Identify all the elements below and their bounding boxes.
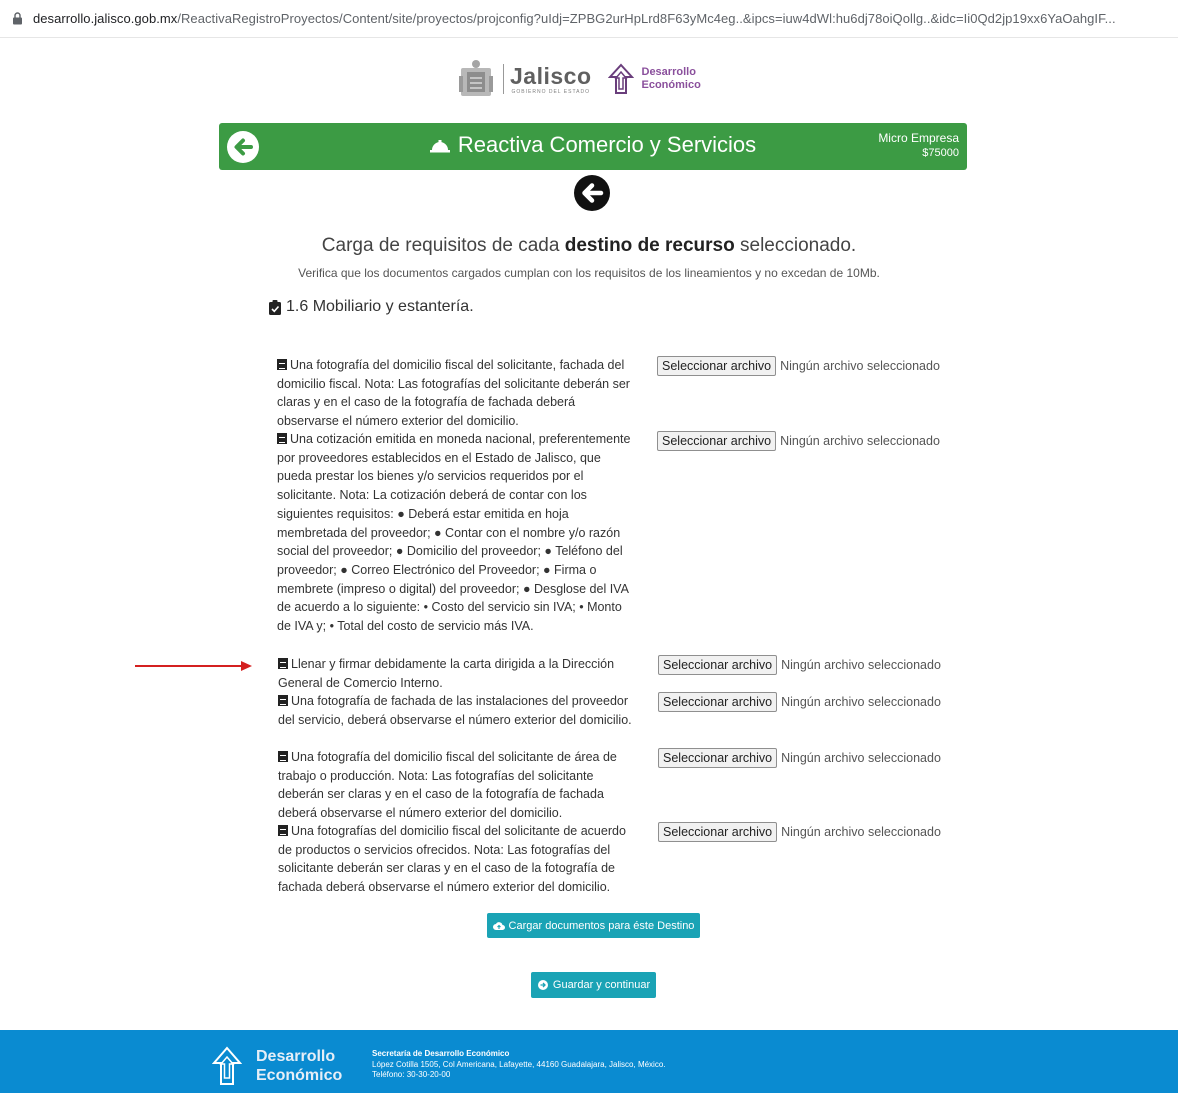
file-pdf-icon: [278, 658, 288, 669]
requirement-item: Llenar y firmar debidamente la carta dir…: [278, 655, 640, 692]
url-text[interactable]: desarrollo.jalisco.gob.mx/ReactivaRegist…: [33, 11, 1116, 26]
jalisco-logo-text: Jalisco: [510, 62, 592, 89]
requirement-item: Una cotización emitida en moneda naciona…: [277, 430, 639, 636]
de-logo-line2: Económico: [641, 79, 701, 91]
requirement-item: Una fotografía del domicilio fiscal del …: [278, 748, 640, 823]
footer-org-name: Secretaría de Desarrollo Económico: [372, 1049, 510, 1058]
requirement-text: Una fotografías del domicilio fiscal del…: [278, 824, 626, 895]
company-info: Micro Empresa $75000: [878, 131, 959, 161]
lock-icon: [13, 12, 22, 25]
page-heading: Carga de requisitos de cada destino de r…: [0, 235, 1178, 257]
back-button[interactable]: [574, 175, 610, 211]
file-status-text: Ningún archivo seleccionado: [780, 359, 940, 373]
cloud-upload-icon: [492, 921, 505, 930]
file-status-text: Ningún archivo seleccionado: [781, 695, 941, 709]
desarrollo-economico-logo: Desarrollo Económico: [607, 63, 701, 95]
file-input[interactable]: Seleccionar archivo Ningún archivo selec…: [657, 431, 940, 451]
upload-documents-button[interactable]: Cargar documentos para éste Destino: [487, 913, 700, 938]
section-title: 1.6 Mobiliario y estantería.: [269, 298, 474, 316]
footer-brand-line2: Económico: [256, 1067, 343, 1084]
browser-address-bar[interactable]: desarrollo.jalisco.gob.mx/ReactivaRegist…: [0, 0, 1178, 38]
footer-brand-line1: Desarrollo: [256, 1048, 336, 1065]
requirement-text: Llenar y firmar debidamente la carta dir…: [278, 657, 615, 690]
save-continue-button[interactable]: Guardar y continuar: [531, 972, 656, 998]
requirement-text: Una fotografía del domicilio fiscal del …: [278, 750, 617, 821]
select-file-button[interactable]: Seleccionar archivo: [658, 748, 778, 768]
requirement-item: Una fotografía del domicilio fiscal del …: [277, 356, 639, 431]
footer-contact: Secretaría de Desarrollo Económico López…: [372, 1049, 666, 1081]
file-pdf-icon: [278, 751, 288, 762]
file-pdf-icon: [278, 695, 288, 706]
program-title: Reactiva Comercio y Servicios: [219, 132, 967, 158]
file-input[interactable]: Seleccionar archivo Ningún archivo selec…: [658, 692, 941, 712]
jalisco-logo: Jalisco GOBIERNO DEL ESTADO: [510, 64, 592, 95]
jalisco-seal-icon: [459, 60, 493, 96]
file-status-text: Ningún archivo seleccionado: [781, 825, 941, 839]
clipboard-check-icon: [269, 299, 281, 315]
page-footer: Desarrollo Económico Secretaría de Desar…: [0, 1030, 1178, 1093]
requirement-text: Una fotografía de fachada de las instala…: [278, 694, 632, 727]
arrow-circle-right-icon: [537, 980, 548, 990]
file-pdf-icon: [277, 433, 287, 444]
file-pdf-icon: [278, 825, 288, 836]
select-file-button[interactable]: Seleccionar archivo: [658, 692, 778, 712]
page-heading-bold: destino de recurso: [564, 235, 735, 256]
house-arrow-icon: [212, 1046, 242, 1085]
requirement-item: Una fotografía de fachada de las instala…: [278, 692, 640, 729]
upload-documents-label: Cargar documentos para éste Destino: [508, 919, 695, 932]
footer-phone: Teléfono: 30-30-20-00: [372, 1070, 451, 1079]
file-pdf-icon: [277, 359, 287, 370]
footer-address: López Cotilla 1505, Col Americana, Lafay…: [372, 1059, 666, 1069]
company-type: Micro Empresa: [878, 131, 959, 145]
jalisco-logo-subtext: GOBIERNO DEL ESTADO: [511, 88, 590, 95]
save-continue-label: Guardar y continuar: [552, 979, 651, 991]
file-status-text: Ningún archivo seleccionado: [781, 658, 941, 672]
red-arrow-annotation: [135, 661, 252, 671]
select-file-button[interactable]: Seleccionar archivo: [657, 431, 777, 451]
page-heading-pre: Carga de requisitos de cada: [321, 235, 565, 256]
de-logo-line1: Desarrollo: [641, 66, 696, 78]
footer-logo: Desarrollo Económico: [212, 1046, 342, 1086]
section-title-text: 1.6 Mobiliario y estantería.: [286, 298, 474, 315]
header-logos: Jalisco GOBIERNO DEL ESTADO Desarrollo E…: [455, 56, 701, 102]
page-heading-post: seleccionado.: [734, 235, 857, 256]
select-file-button[interactable]: Seleccionar archivo: [658, 822, 778, 842]
requirement-item: Una fotografías del domicilio fiscal del…: [278, 822, 640, 897]
file-status-text: Ningún archivo seleccionado: [781, 751, 941, 765]
program-header-bar: Reactiva Comercio y Servicios Micro Empr…: [219, 123, 967, 170]
file-input[interactable]: Seleccionar archivo Ningún archivo selec…: [657, 356, 940, 376]
arrow-left-icon: [582, 183, 604, 203]
requirement-text: Una fotografía del domicilio fiscal del …: [277, 358, 630, 429]
url-host: desarrollo.jalisco.gob.mx: [33, 11, 178, 26]
file-status-text: Ningún archivo seleccionado: [780, 434, 940, 448]
requirement-text: Una cotización emitida en moneda naciona…: [277, 432, 631, 634]
select-file-button[interactable]: Seleccionar archivo: [657, 356, 777, 376]
url-path: /ReactivaRegistroProyectos/Content/site/…: [177, 11, 1116, 26]
page-subheading: Verifica que los documentos cargados cum…: [298, 266, 880, 280]
file-input[interactable]: Seleccionar archivo Ningún archivo selec…: [658, 655, 941, 675]
file-input[interactable]: Seleccionar archivo Ningún archivo selec…: [658, 822, 941, 842]
program-title-text: Reactiva Comercio y Servicios: [457, 132, 757, 157]
select-file-button[interactable]: Seleccionar archivo: [658, 655, 778, 675]
service-bell-icon: [429, 140, 450, 153]
house-arrow-icon: [607, 63, 634, 94]
company-amount: $75000: [922, 147, 959, 159]
logo-divider: [503, 64, 504, 94]
file-input[interactable]: Seleccionar archivo Ningún archivo selec…: [658, 748, 941, 768]
